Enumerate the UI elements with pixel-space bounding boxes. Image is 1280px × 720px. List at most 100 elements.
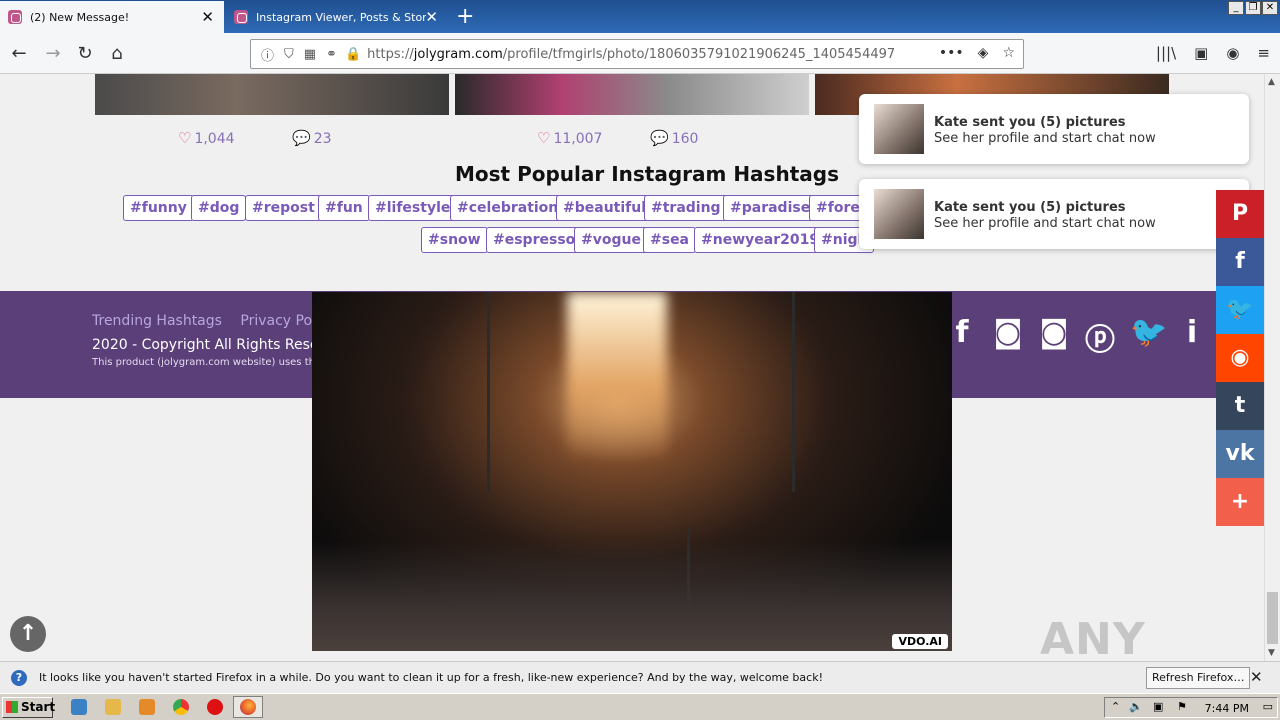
twitter-icon[interactable]: 🐦 — [1130, 315, 1167, 359]
address-bar[interactable]: ⓘ ⛉ ▦ ⚭ 🔒 https://jolygram.com/profile/t… — [250, 39, 1024, 69]
tab-label: Instagram Viewer, Posts & Story & — [256, 10, 426, 24]
post-photo[interactable] — [95, 74, 449, 115]
ie-icon[interactable] — [71, 699, 87, 715]
forward-button[interactable]: → — [40, 41, 66, 67]
vk-icon: vk — [1225, 441, 1255, 466]
chrome-icon[interactable] — [173, 699, 189, 715]
tab-label: (2) New Message! — [30, 10, 130, 24]
pinterest-share-button[interactable]: P — [1216, 190, 1264, 238]
flag-icon[interactable]: ⚑ — [1177, 700, 1187, 713]
notification-title: Kate sent you (5) pictures — [934, 115, 1126, 130]
question-icon: ? — [11, 670, 27, 686]
notification-body: See her profile and start chat now — [934, 131, 1156, 146]
facebook-share-button[interactable]: f — [1216, 238, 1264, 286]
firefox-notification-bar: ? It looks like you haven't started Fire… — [0, 661, 1280, 693]
notification-title: Kate sent you (5) pictures — [934, 200, 1126, 215]
close-window-button[interactable]: ✕ — [1262, 1, 1278, 15]
scroll-to-top-button[interactable]: ↑ — [10, 616, 46, 652]
chat-notification[interactable]: Kate sent you (5) pictures See her profi… — [859, 179, 1249, 249]
hashtag-link[interactable]: #vogue — [574, 227, 648, 253]
link-icon[interactable]: ⚭ — [326, 47, 337, 62]
scroll-up-icon[interactable]: ▲ — [1268, 77, 1275, 87]
hashtag-link[interactable]: #newyear2019 — [694, 227, 827, 253]
account-icon[interactable]: ◉ — [1226, 44, 1239, 62]
hashtag-link[interactable]: #repost — [245, 195, 322, 221]
twitter-share-button[interactable]: 🐦 — [1216, 286, 1264, 334]
permissions-icon[interactable]: ▦ — [304, 47, 316, 62]
hashtag-link[interactable]: #beautiful — [556, 195, 654, 221]
facebook-icon: f — [1235, 249, 1245, 274]
video-player[interactable]: VDO.AI — [312, 292, 952, 651]
opera-icon[interactable] — [207, 699, 223, 715]
hashtag-link[interactable]: #celebration — [450, 195, 566, 221]
page-scrollbar[interactable]: ▲ ▼ — [1264, 74, 1280, 661]
url-text: https://jolygram.com/profile/tfmgirls/ph… — [367, 46, 896, 62]
tumblr-share-button[interactable]: t — [1216, 382, 1264, 430]
close-icon[interactable]: ✕ — [201, 8, 214, 26]
media-player-icon[interactable] — [139, 699, 155, 715]
close-icon[interactable]: ✕ — [425, 8, 438, 26]
hashtag-link[interactable]: #snow — [421, 227, 488, 253]
more-share-button[interactable]: + — [1216, 478, 1264, 526]
bookmark-star-icon[interactable]: ☆ — [1002, 45, 1015, 61]
back-button[interactable]: ← — [6, 41, 32, 67]
show-desktop-icon[interactable]: ▭ — [1263, 700, 1273, 713]
tab-new-message[interactable]: (2) New Message! ✕ — [0, 1, 224, 33]
info-icon[interactable]: i — [1176, 315, 1208, 359]
tab-bar: (2) New Message! ✕ Instagram Viewer, Pos… — [0, 0, 1280, 33]
info-icon[interactable]: ⓘ — [261, 45, 274, 64]
hashtag-link[interactable]: #fun — [318, 195, 370, 221]
share-sidebar: P f 🐦 ◉ t vk + — [1216, 190, 1264, 526]
lock-icon[interactable]: 🔒 — [345, 47, 361, 62]
notification-message: It looks like you haven't started Firefo… — [39, 671, 823, 684]
hashtag-link[interactable]: #trading — [644, 195, 728, 221]
nav-bar: ← → ↻ ⌂ ⓘ ⛉ ▦ ⚭ 🔒 https://jolygram.com/p… — [0, 33, 1280, 74]
start-button[interactable]: Start — [2, 697, 55, 718]
footer-link-trending[interactable]: Trending Hashtags — [92, 313, 222, 329]
heart-icon: ♡ — [178, 129, 192, 147]
sidebar-icon[interactable]: ▣ — [1194, 44, 1208, 62]
home-button[interactable]: ⌂ — [104, 41, 130, 67]
tumblr-icon: t — [1234, 393, 1246, 418]
close-icon[interactable]: ✕ — [1250, 668, 1263, 686]
refresh-firefox-button[interactable]: Refresh Firefox… — [1146, 667, 1251, 689]
library-icon[interactable]: |||\ — [1156, 44, 1176, 62]
folder-icon[interactable] — [105, 699, 121, 715]
window-controls: _ ❐ ✕ — [1228, 1, 1278, 15]
hashtag-link[interactable]: #lifestyle — [368, 195, 458, 221]
shield-icon[interactable]: ⛉ — [284, 47, 294, 62]
reddit-share-button[interactable]: ◉ — [1216, 334, 1264, 382]
hashtag-link[interactable]: #paradise — [723, 195, 818, 221]
hashtag-link[interactable]: #sea — [643, 227, 697, 253]
instagram-icon — [234, 10, 248, 24]
minimize-button[interactable]: _ — [1228, 1, 1244, 15]
tray-expand-icon[interactable]: ⌃ — [1111, 700, 1120, 713]
firefox-taskbar-button[interactable] — [233, 696, 263, 718]
heart-icon: ♡ — [537, 129, 551, 147]
scrollbar-thumb[interactable] — [1267, 592, 1278, 644]
post-photo[interactable] — [455, 74, 809, 115]
rocket-plume — [567, 292, 667, 462]
pinterest-icon: P — [1231, 201, 1249, 226]
vdo-ai-badge[interactable]: VDO.AI — [892, 634, 948, 649]
chat-notification[interactable]: Kate sent you (5) pictures See her profi… — [859, 94, 1249, 164]
page-actions-icon[interactable]: ••• — [939, 45, 964, 61]
taskbar: Start ⌃ 🔈 ▣ ⚑ 7:44 PM ▭ — [0, 693, 1280, 720]
volume-icon[interactable]: 🔈 — [1129, 700, 1143, 713]
hashtag-link[interactable]: #espresso — [486, 227, 583, 253]
avatar — [874, 189, 924, 239]
menu-icon[interactable]: ≡ — [1257, 44, 1270, 62]
vk-share-button[interactable]: vk — [1216, 430, 1264, 478]
new-tab-button[interactable]: + — [456, 4, 474, 29]
hashtag-link[interactable]: #funny — [123, 195, 194, 221]
reload-button[interactable]: ↻ — [72, 41, 98, 67]
scroll-down-icon[interactable]: ▼ — [1268, 648, 1275, 658]
hashtag-link[interactable]: #dog — [191, 195, 247, 221]
restore-button[interactable]: ❐ — [1245, 1, 1261, 15]
instagram-icon[interactable]: ◙ — [992, 315, 1024, 359]
tab-instagram-viewer[interactable]: Instagram Viewer, Posts & Story & ✕ — [226, 1, 448, 33]
pinterest-icon[interactable]: ⓟ — [1084, 315, 1116, 359]
instagram-icon[interactable]: ◙ — [1038, 315, 1070, 359]
network-icon[interactable]: ▣ — [1153, 700, 1163, 713]
pocket-icon[interactable]: ◈ — [978, 45, 989, 61]
